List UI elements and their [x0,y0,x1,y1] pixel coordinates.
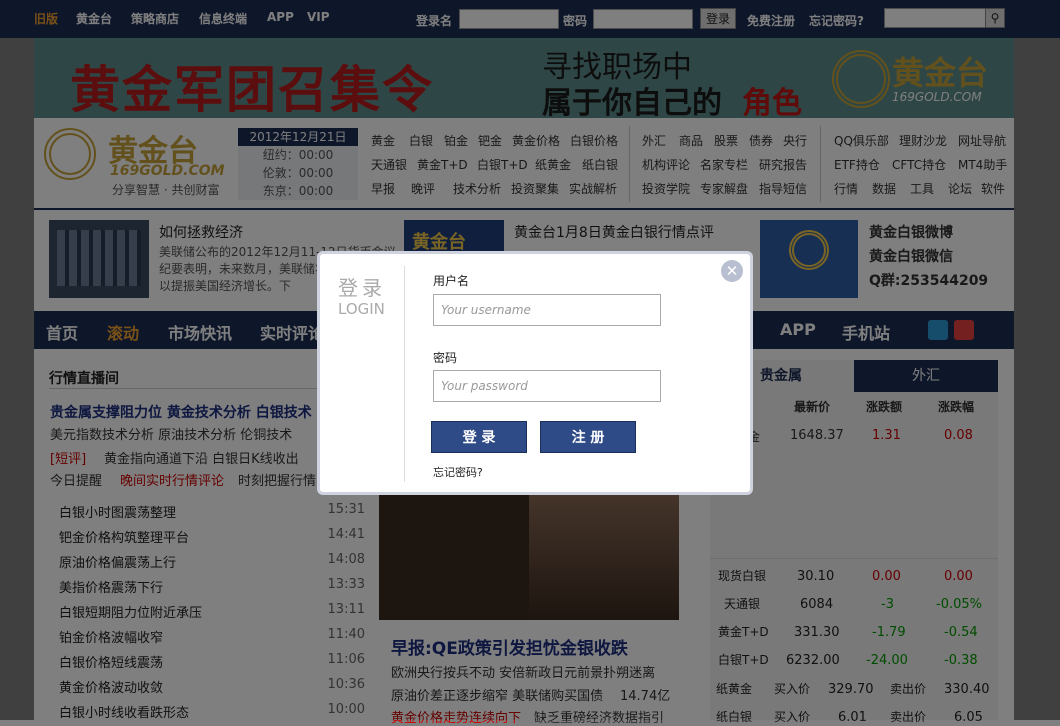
username-field[interactable]: Your username [433,294,661,326]
password-field-label: 密码 [433,351,458,365]
close-icon[interactable]: ✕ [721,260,743,282]
password-field[interactable]: Your password [433,370,661,402]
modal-title-en: LOGIN [338,300,385,318]
modal-forgot-password-link[interactable]: 忘记密码? [433,464,483,480]
login-button[interactable]: 登 录 [431,421,527,453]
register-button[interactable]: 注 册 [540,421,636,453]
modal-title-cn: 登录 [338,276,386,300]
login-modal: 登录 LOGIN 用户名 Your username 密码 Your passw… [317,251,753,495]
username-field-label: 用户名 [433,274,470,288]
modal-divider [404,266,405,482]
